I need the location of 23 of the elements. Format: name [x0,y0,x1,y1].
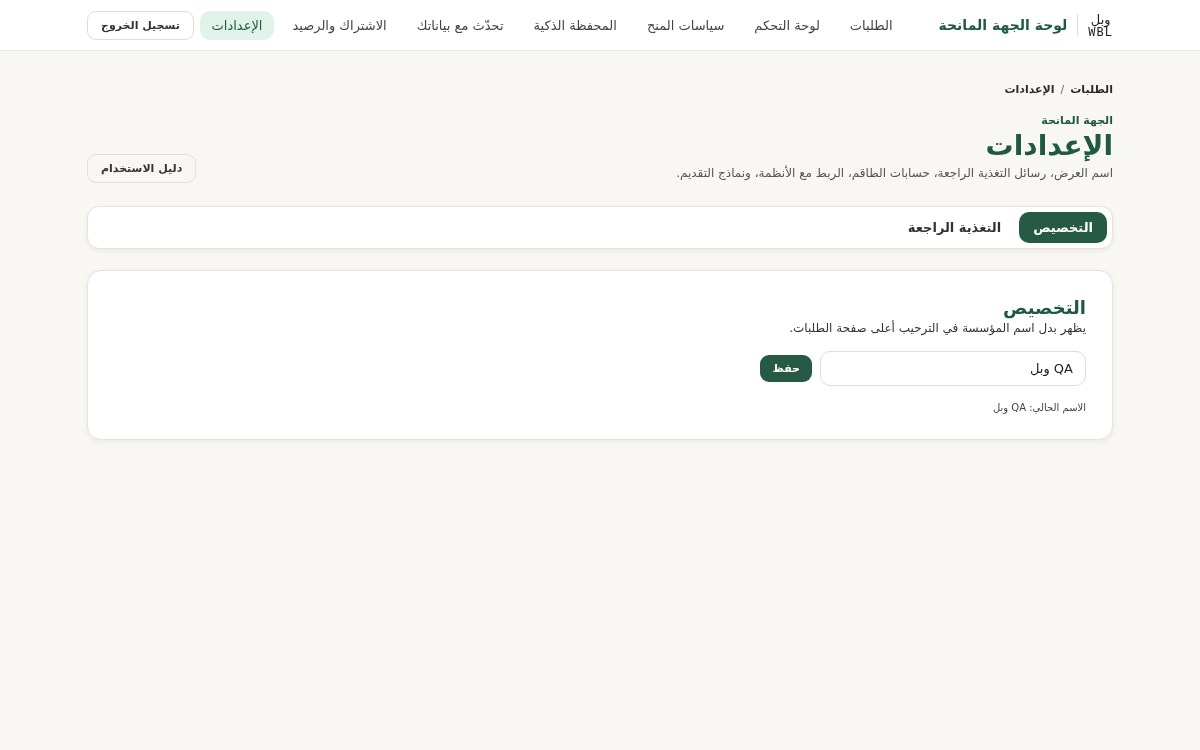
breadcrumb-separator: / [1060,83,1065,96]
page-title: الإعدادات [985,129,1113,162]
nav-link[interactable]: سياسات المنح [634,10,737,40]
nav-link[interactable]: الإعدادات [199,10,275,40]
page-description: اسم العرض، رسائل التغذية الراجعة، حسابات الطاقم، الربط مع الأنظمة، ونماذج التقديم. [676,166,1113,180]
breadcrumb-link[interactable]: الإعدادات [1004,83,1055,96]
nav-link[interactable]: الطلبات [837,10,905,40]
nav-link[interactable]: تحدّث مع بياناتك [404,10,516,40]
tab[interactable]: التغذية الراجعة [893,212,1016,243]
nav-link[interactable]: الاشتراك والرصيد [280,10,399,40]
page-eyebrow: الجهة المانحة [1041,114,1113,127]
logout-button[interactable]: تسجيل الخروج [87,10,194,40]
display-name-field[interactable]: QA وبل [820,351,1086,386]
app-title: لوحة الجهة المانحة [938,17,1068,33]
save-button[interactable]: حفظ [760,355,812,382]
user-guide-button[interactable]: دليل الاستخدام [87,154,197,183]
breadcrumb-link[interactable]: الطلبات [1070,83,1113,96]
current-name-text: الاسم الحالي: QA وبل [992,402,1086,413]
tab[interactable]: التخصيص [1019,212,1107,243]
card-title: التخصيص [1003,297,1086,318]
card-description: يظهر بدل اسم المؤسسة في الترحيب أعلى صفحة الطلبات. [789,321,1086,335]
nav-link[interactable]: لوحة التحكم [742,10,832,40]
nav-link[interactable]: المحفظة الذكية [521,10,629,40]
